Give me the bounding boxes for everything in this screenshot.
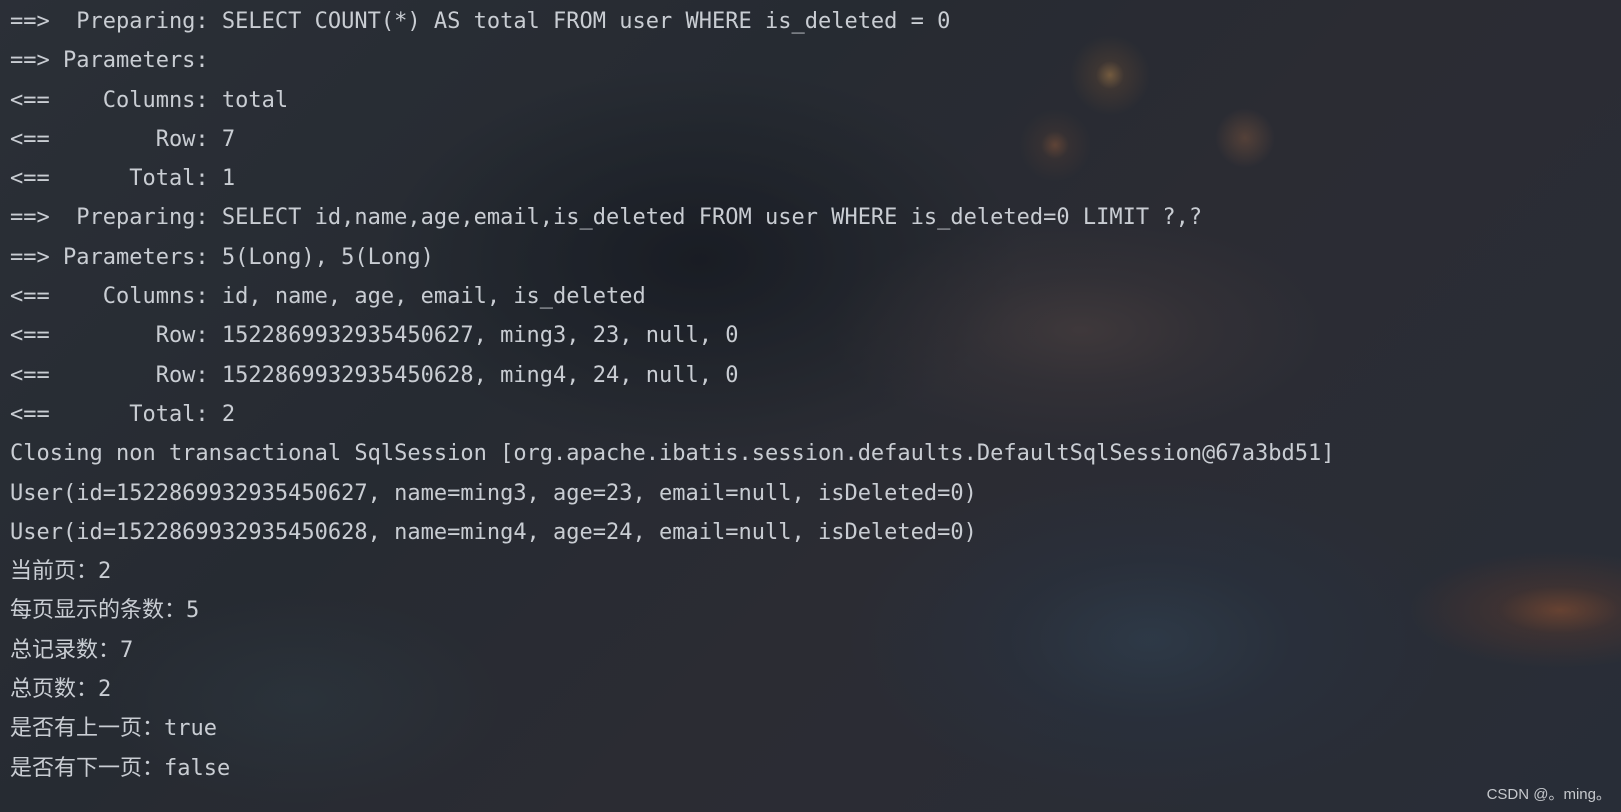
console-output[interactable]: ==> Preparing: SELECT COUNT(*) AS total … <box>10 2 1611 812</box>
console-line-total-pages: 总页数：2 <box>10 677 112 703</box>
console-line-user-2: User(id=1522869932935450628, name=ming4,… <box>10 519 977 545</box>
console-line-has-next: 是否有下一页：false <box>10 755 231 781</box>
console-line-user-1: User(id=1522869932935450627, name=ming3,… <box>10 480 977 506</box>
console-line-page-size: 每页显示的条数：5 <box>10 598 200 624</box>
console-line-total-records: 总记录数：7 <box>10 637 134 663</box>
console-line-columns-count: <== Columns: total <box>10 87 289 113</box>
console-line-preparing-select: ==> Preparing: SELECT id,name,age,email,… <box>10 205 1203 231</box>
console-line-current-page: 当前页：2 <box>10 559 112 585</box>
console-line-closing-session: Closing non transactional SqlSession [or… <box>10 441 1335 467</box>
console-line-parameters-count: ==> Parameters: <box>10 48 222 74</box>
console-line-parameters-select: ==> Parameters: 5(Long), 5(Long) <box>10 244 434 270</box>
console-line-preparing-count: ==> Preparing: SELECT COUNT(*) AS total … <box>10 9 951 34</box>
console-line-row-2: <== Row: 1522869932935450628, ming4, 24,… <box>10 362 739 388</box>
console-line-columns-select: <== Columns: id, name, age, email, is_de… <box>10 284 646 310</box>
console-line-total-select: <== Total: 2 <box>10 401 236 427</box>
watermark: CSDN @。ming。 <box>1486 786 1611 803</box>
console-line-total-count: <== Total: 1 <box>10 166 236 192</box>
console-line-row-1: <== Row: 1522869932935450627, ming3, 23,… <box>10 323 739 349</box>
console-line-row-count: <== Row: 7 <box>10 126 236 152</box>
console-line-has-previous: 是否有上一页：true <box>10 716 217 742</box>
